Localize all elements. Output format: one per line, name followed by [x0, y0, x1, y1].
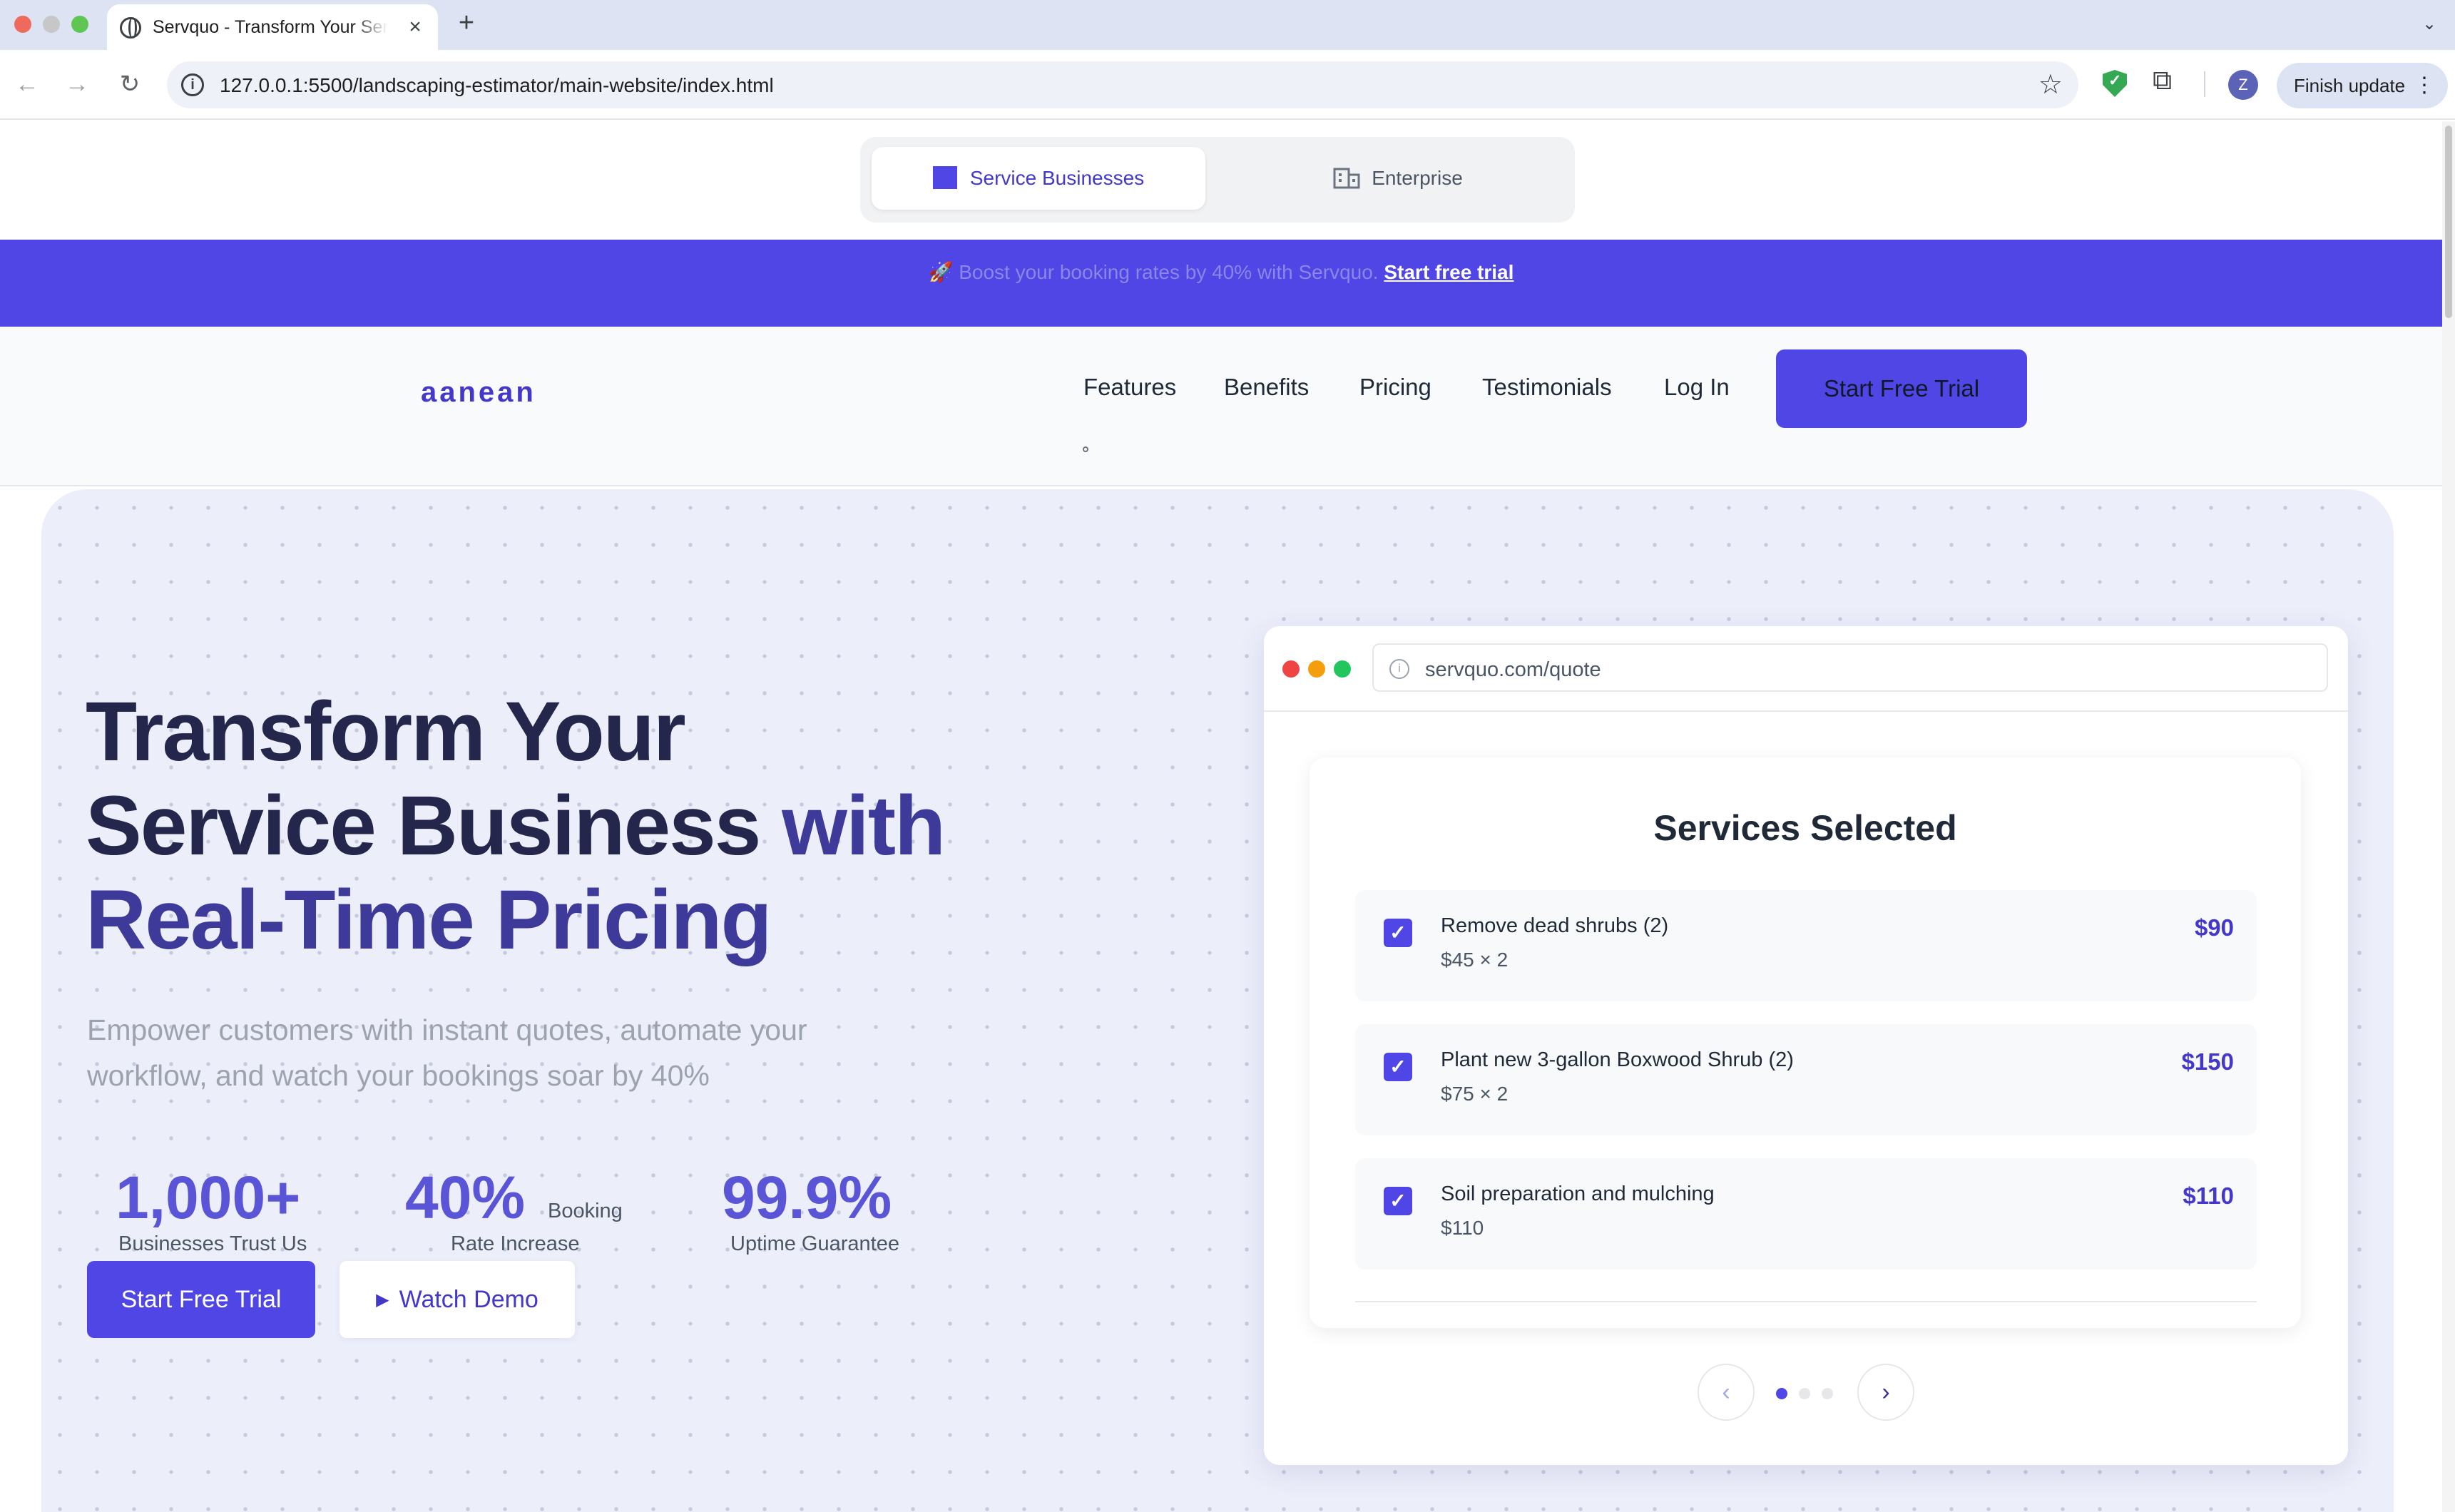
rocket-icon: 🚀 [928, 261, 954, 283]
hero-start-trial-button[interactable]: Start Free Trial [87, 1261, 315, 1338]
stat-uptime-value: 99.9% [722, 1164, 892, 1231]
preview-red-dot [1282, 660, 1300, 678]
hero-title-line3: Real-Time Pricing [86, 873, 772, 967]
more-menu-icon: ⋮ [2414, 73, 2435, 97]
address-bar-url[interactable]: 127.0.0.1:5500/landscaping-estimator/mai… [220, 74, 774, 97]
service-detail: $110 [1441, 1217, 1484, 1239]
banner-text: Boost your booking rates by 40% with Ser… [959, 261, 1379, 283]
checkbox-checked-icon[interactable]: ✓ [1384, 919, 1412, 947]
promo-banner: 🚀 Boost your booking rates by 40% with S… [0, 240, 2442, 327]
bookmark-star-icon[interactable]: ☆ [2038, 68, 2063, 101]
globe-icon [120, 17, 141, 39]
window-close-button[interactable] [14, 16, 31, 33]
info-icon: i [1389, 659, 1409, 679]
nav-link-benefits[interactable]: Benefits [1224, 374, 1309, 401]
tab-service-businesses-label: Service Businesses [969, 167, 1145, 189]
square-icon [932, 165, 957, 189]
hero-title: Transform Your Service Business with Rea… [86, 685, 1084, 967]
hero-subtitle: Empower customers with instant quotes, a… [87, 1013, 807, 1092]
service-row[interactable]: ✓ Plant new 3-gallon Boxwood Shrub (2) $… [1355, 1024, 2257, 1135]
close-tab-icon[interactable]: × [401, 13, 429, 41]
service-name: Soil preparation and mulching [1441, 1182, 1715, 1205]
page-scrollbar[interactable] [2442, 121, 2455, 1512]
window-minimize-button[interactable] [43, 16, 60, 33]
stat-businesses-label: Businesses Trust Us [118, 1232, 307, 1255]
nav-start-trial-button[interactable]: Start Free Trial [1776, 349, 2027, 428]
building-icon [1333, 168, 1360, 189]
service-detail: $75 × 2 [1441, 1083, 1509, 1105]
extensions-puzzle-icon[interactable]: ⧉ [2153, 66, 2172, 96]
tab-search-chevron-icon[interactable]: ⌄ [2415, 10, 2444, 39]
new-tab-button[interactable]: + [451, 7, 482, 39]
stat-booking-label: Rate Increase [451, 1232, 580, 1255]
finish-update-button[interactable]: Finish update ⋮ [2277, 63, 2448, 108]
watch-demo-button[interactable]: ▶ Watch Demo [340, 1261, 575, 1338]
window-maximize-button[interactable] [71, 16, 88, 33]
preview-yellow-dot [1308, 660, 1325, 678]
site-info-icon[interactable]: i [181, 73, 204, 96]
stat-booking-value: 40% [405, 1164, 526, 1231]
forward-arrow-icon[interactable]: → [58, 66, 96, 103]
hero-title-line2a: Service Business [86, 779, 782, 873]
carousel-next-chevron-icon[interactable]: › [1857, 1364, 1914, 1421]
tab-service-businesses[interactable]: Service Businesses [872, 147, 1205, 210]
audience-switch: Service Businesses Enterprise [860, 137, 1575, 223]
nav-link-features[interactable]: Features [1083, 374, 1176, 401]
service-name: Remove dead shrubs (2) [1441, 914, 1669, 937]
services-card-title: Services Selected [1653, 808, 1957, 848]
service-price: $150 [2181, 1048, 2234, 1075]
preview-address-bar: i servquo.com/quote [1372, 643, 2328, 692]
site-logo[interactable]: aanean [421, 377, 536, 409]
nav-link-testimonials[interactable]: Testimonials [1482, 374, 1612, 401]
browser-tab-active[interactable]: Servquo - Transform Your Service Busines… [107, 4, 438, 50]
service-detail: $45 × 2 [1441, 949, 1509, 971]
preview-window-bar: i servquo.com/quote [1264, 626, 2348, 712]
profile-avatar[interactable]: Z [2228, 70, 2258, 100]
address-bar[interactable]: i 127.0.0.1:5500/landscaping-estimator/m… [167, 61, 2078, 108]
carousel-dot-active[interactable] [1776, 1388, 1787, 1399]
carousel-prev-chevron-icon[interactable]: ‹ [1698, 1364, 1755, 1421]
stat-booking-inline-label: Booking [548, 1200, 623, 1222]
main-navigation: aanean Features Benefits Pricing Testimo… [0, 327, 2442, 486]
watch-demo-label: Watch Demo [399, 1286, 539, 1313]
service-price: $90 [2194, 914, 2234, 941]
service-price: $110 [2183, 1182, 2234, 1209]
toolbar-divider [2204, 71, 2205, 97]
stat-uptime-label: Uptime Guarantee [730, 1232, 899, 1255]
card-divider [1355, 1301, 2257, 1302]
checkbox-checked-icon[interactable]: ✓ [1384, 1053, 1412, 1081]
finish-update-label: Finish update [2294, 75, 2406, 96]
hero-title-line2b: with [782, 779, 946, 873]
tab-enterprise[interactable]: Enterprise [1231, 147, 1565, 210]
back-arrow-icon[interactable]: ← [9, 66, 46, 103]
nav-link-login[interactable]: Log In [1664, 374, 1730, 401]
services-card: Services Selected ✓ Remove dead shrubs (… [1310, 757, 2301, 1328]
nav-link-pricing[interactable]: Pricing [1359, 374, 1431, 401]
nav-indicator-dot [1083, 446, 1088, 452]
checkbox-checked-icon[interactable]: ✓ [1384, 1187, 1412, 1215]
carousel-dot[interactable] [1822, 1388, 1833, 1399]
hero-title-line1: Transform Your [86, 685, 686, 779]
scrollbar-thumb[interactable] [2445, 126, 2452, 318]
stat-businesses-value: 1,000+ [116, 1164, 301, 1231]
carousel-dot[interactable] [1799, 1388, 1810, 1399]
browser-tabstrip: Servquo - Transform Your Service Busines… [0, 0, 2455, 50]
preview-url: servquo.com/quote [1425, 658, 1601, 681]
quote-preview-window: i servquo.com/quote Services Selected ✓ … [1264, 626, 2348, 1465]
tab-enterprise-label: Enterprise [1372, 167, 1463, 189]
service-row[interactable]: ✓ Soil preparation and mulching $110 $11… [1355, 1158, 2257, 1270]
service-row[interactable]: ✓ Remove dead shrubs (2) $45 × 2 $90 [1355, 890, 2257, 1001]
banner-trial-link[interactable]: Start free trial [1384, 261, 1514, 283]
play-icon: ▶ [376, 1290, 389, 1309]
service-name: Plant new 3-gallon Boxwood Shrub (2) [1441, 1048, 1794, 1071]
reload-icon[interactable]: ↻ [111, 66, 148, 103]
browser-toolbar: ← → ↻ i 127.0.0.1:5500/landscaping-estim… [0, 50, 2455, 120]
tab-title: Servquo - Transform Your Service Busines… [153, 17, 388, 37]
preview-green-dot [1334, 660, 1351, 678]
